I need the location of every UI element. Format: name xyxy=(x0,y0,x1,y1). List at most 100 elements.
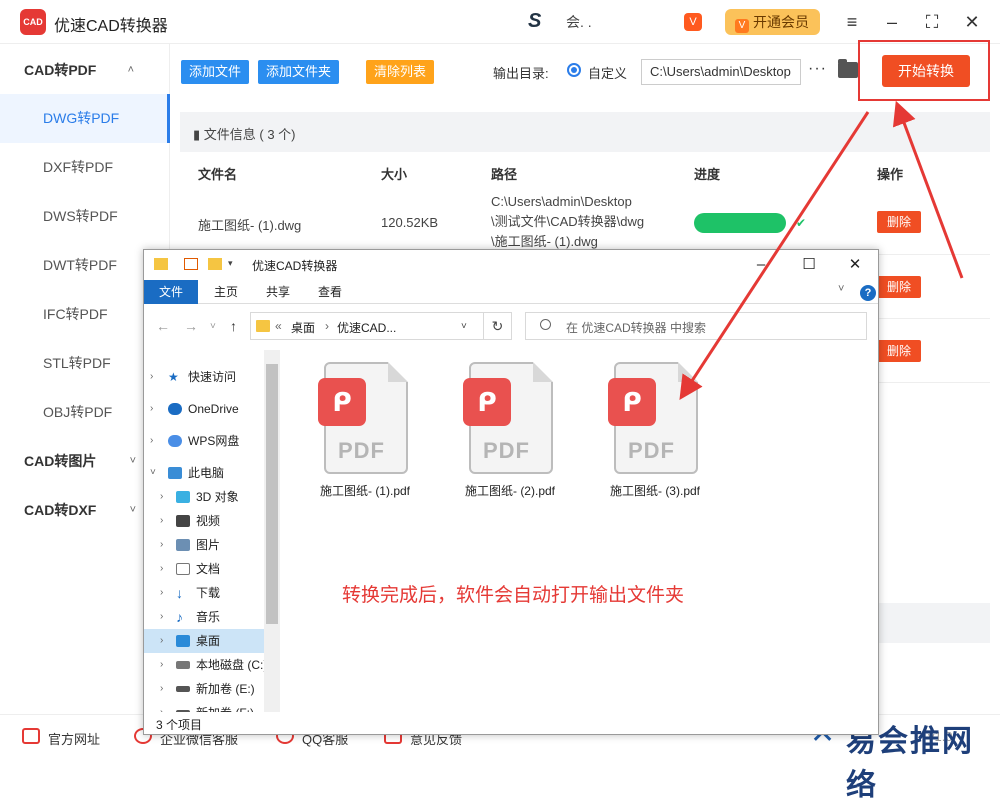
chevron-right-icon: › xyxy=(160,563,164,574)
star-icon: ★ xyxy=(168,370,179,384)
app-logo: CAD xyxy=(20,9,46,35)
sidebar-item-dws-to-pdf[interactable]: DWS转PDF xyxy=(0,192,170,241)
column-header-size: 大小 xyxy=(381,167,408,182)
sidebar-group-label: CAD转DXF xyxy=(24,502,97,518)
cloud-icon xyxy=(168,435,182,447)
menu-icon[interactable]: ≡ xyxy=(840,10,864,34)
nav-item-drive-e[interactable]: › 新加卷 (E:) xyxy=(144,677,264,701)
nav-scrollbar[interactable] xyxy=(264,350,280,712)
nav-item-drive-f[interactable]: › 新加卷 (F:) xyxy=(144,701,264,712)
clear-list-button[interactable]: 清除列表 xyxy=(366,60,435,84)
file-info-label: ▮ 文件信息 ( 3 个) xyxy=(193,127,296,142)
minimize-icon[interactable]: – xyxy=(750,254,772,276)
up-icon[interactable]: ↑ xyxy=(230,318,237,334)
delete-button[interactable]: 删除 xyxy=(877,211,921,233)
open-folder-icon[interactable] xyxy=(838,59,858,78)
nav-item-label: 桌面 xyxy=(196,634,221,648)
user-name[interactable]: 会. . xyxy=(566,12,592,32)
address-box[interactable]: « 桌面 › 优速CAD... ˅ xyxy=(250,312,484,340)
start-convert-button[interactable]: 开始转换 xyxy=(882,55,970,87)
custom-radio-label[interactable]: 自定义 xyxy=(588,63,627,82)
nav-item-videos[interactable]: › 视频 xyxy=(144,509,264,533)
address-dropdown-icon[interactable]: ˅ xyxy=(461,321,467,332)
nav-item-documents[interactable]: › 文档 xyxy=(144,557,264,581)
drive-icon xyxy=(176,661,190,669)
minimize-icon[interactable]: – xyxy=(880,10,904,34)
add-folder-button[interactable]: 添加文件夹 xyxy=(258,60,340,84)
tab-view[interactable]: 查看 xyxy=(310,280,350,304)
sidebar-item-dxf-to-pdf[interactable]: DXF转PDF xyxy=(0,143,170,192)
nav-item-onedrive[interactable]: › OneDrive xyxy=(144,397,264,421)
chevron-right-icon: › xyxy=(160,587,164,598)
column-header-path: 路径 xyxy=(491,167,518,182)
vip-button[interactable]: V 开通会员 xyxy=(725,9,820,35)
search-input[interactable]: 在 优速CAD转换器 中搜索 xyxy=(525,312,867,340)
vip-button-label: 开通会员 xyxy=(753,14,809,30)
picture-icon xyxy=(176,539,190,551)
nav-item-wps[interactable]: › WPS网盘 xyxy=(144,429,264,453)
maximize-icon[interactable]: ☐ xyxy=(798,254,820,276)
nav-item-this-pc[interactable]: ˅ 此电脑 xyxy=(144,461,264,485)
output-path-input[interactable]: C:\Users\admin\Desktop xyxy=(641,59,801,85)
sidebar-item-dwg-to-pdf[interactable]: DWG转PDF xyxy=(0,94,170,143)
help-icon[interactable]: ? xyxy=(860,285,876,301)
nav-item-music[interactable]: › ♪ 音乐 xyxy=(144,605,264,629)
close-icon[interactable]: ✕ xyxy=(844,254,866,276)
new-folder-icon[interactable] xyxy=(208,258,222,270)
maximize-icon[interactable]: ⛶ xyxy=(920,10,944,34)
breadcrumb-overflow[interactable]: « xyxy=(275,319,282,333)
desktop-icon xyxy=(176,635,190,647)
user-avatar-icon[interactable]: S xyxy=(528,10,556,34)
forward-icon[interactable]: → xyxy=(184,318,198,334)
navigation-pane: › ★ 快速访问 › OneDrive › WPS网盘 ˅ 此电脑 › 3D 对象 › 视频 … xyxy=(144,350,280,712)
nav-item-pictures[interactable]: › 图片 xyxy=(144,533,264,557)
more-options-icon[interactable]: ··· xyxy=(808,60,827,78)
sidebar-group-label: CAD转PDF xyxy=(24,62,97,78)
document-icon xyxy=(176,563,190,575)
file-item[interactable]: ᑭ PDF 施工图纸- (1).pdf xyxy=(310,362,420,502)
delete-button[interactable]: 删除 xyxy=(877,340,921,362)
close-icon[interactable]: ✕ xyxy=(960,10,984,34)
vip-badge-icon: V xyxy=(684,13,702,31)
file-item[interactable]: ᑭ PDF 施工图纸- (2).pdf xyxy=(455,362,565,502)
nav-item-drive-c[interactable]: › 本地磁盘 (C:) xyxy=(144,653,264,677)
back-icon[interactable]: ← xyxy=(156,318,170,334)
vip-icon: V xyxy=(735,19,749,33)
nav-item-desktop[interactable]: › 桌面 xyxy=(144,629,264,653)
nav-item-downloads[interactable]: › ↓ 下载 xyxy=(144,581,264,605)
scrollbar-thumb[interactable] xyxy=(266,364,278,624)
nav-item-label: 下载 xyxy=(196,586,221,600)
quick-access-dropdown-icon[interactable]: ▾ xyxy=(228,258,242,270)
nav-item-label: 新加卷 (F:) xyxy=(196,701,254,712)
sidebar-group-cad-to-pdf[interactable]: CAD转PDF ˄ xyxy=(0,46,170,94)
nav-item-3d-objects[interactable]: › 3D 对象 xyxy=(144,485,264,509)
drive-icon xyxy=(176,710,190,712)
file-path-cell: C:\Users\admin\Desktop \测试文件\CAD转换器\dwg … xyxy=(491,192,644,252)
file-info-text: 文件信息 ( 3 个) xyxy=(203,127,296,142)
file-path-line: \测试文件\CAD转换器\dwg xyxy=(491,214,645,229)
app-title: 优速CAD转换器 xyxy=(54,18,168,35)
nav-item-label: 图片 xyxy=(196,538,221,552)
properties-icon[interactable] xyxy=(184,258,198,270)
footer-link-website[interactable]: 官方网址 xyxy=(48,729,100,748)
status-bar-count: 3 个项目 xyxy=(156,718,203,732)
delete-button[interactable]: 删除 xyxy=(877,276,921,298)
breadcrumb-desktop[interactable]: 桌面 xyxy=(291,319,315,336)
tab-home[interactable]: 主页 xyxy=(206,280,246,304)
progress-bar xyxy=(694,213,786,233)
chevron-up-icon: ˄ xyxy=(127,64,134,76)
refresh-icon[interactable]: ↻ xyxy=(484,312,512,340)
file-item[interactable]: ᑭ PDF 施工图纸- (3).pdf xyxy=(600,362,710,502)
folder-icon xyxy=(154,258,168,270)
tab-share[interactable]: 共享 xyxy=(258,280,298,304)
pdf-file-icon: ᑭ PDF xyxy=(608,362,698,474)
expand-ribbon-icon[interactable]: ˅ xyxy=(838,283,844,295)
nav-item-quick-access[interactable]: › ★ 快速访问 xyxy=(144,365,264,389)
explorer-window: ▾ 优速CAD转换器 – ☐ ✕ 文件 主页 共享 查看 ˅ ? ← → ˅ ↑… xyxy=(143,249,879,735)
chevron-right-icon: › xyxy=(160,659,164,670)
tab-file[interactable]: 文件 xyxy=(144,280,198,304)
add-file-button[interactable]: 添加文件 xyxy=(181,60,250,84)
recent-dropdown-icon[interactable]: ˅ xyxy=(210,321,216,332)
breadcrumb-folder[interactable]: 优速CAD... xyxy=(337,319,396,336)
custom-radio[interactable] xyxy=(567,63,581,77)
